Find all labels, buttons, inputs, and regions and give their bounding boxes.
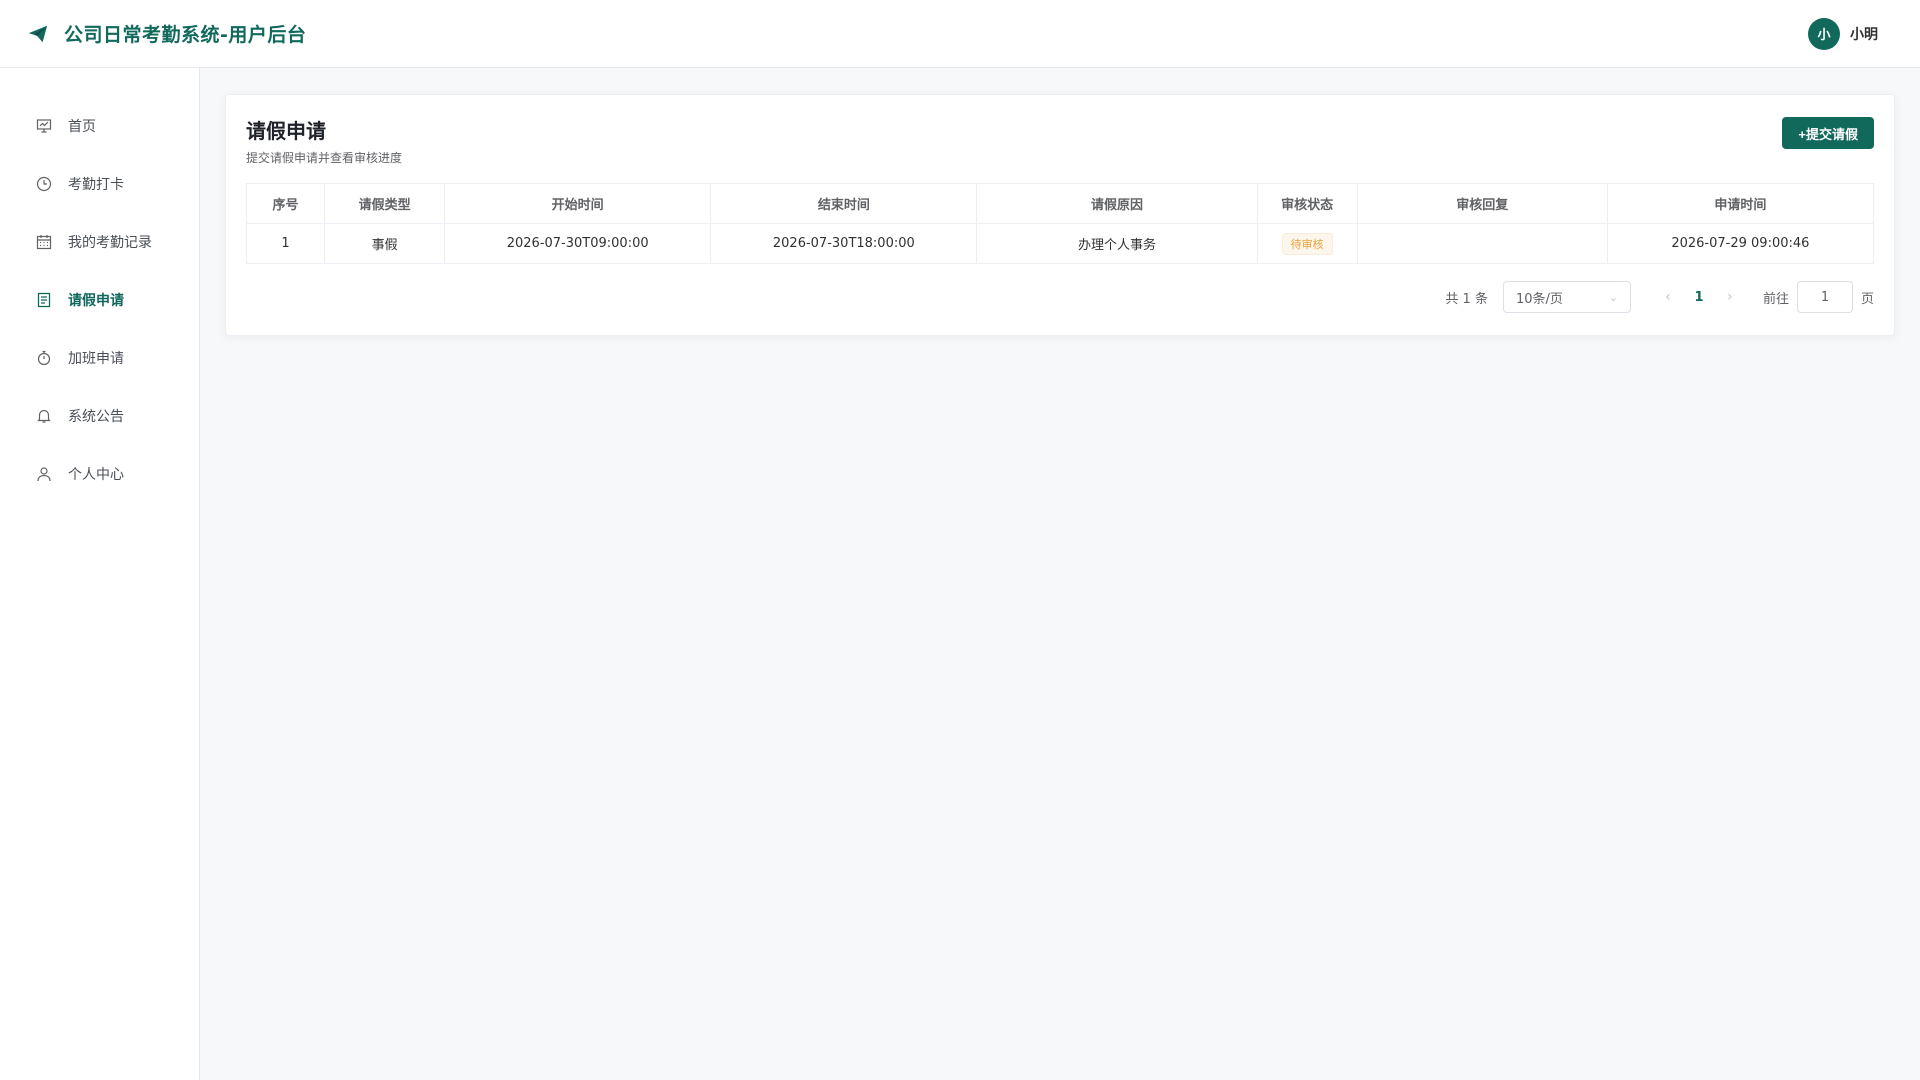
cell-start-time: 2026-07-30T09:00:00: [444, 223, 712, 264]
cell-leave-type: 事假: [324, 223, 446, 264]
cell-status: 待审核: [1256, 223, 1358, 264]
sidebar-item-home[interactable]: 首页: [0, 97, 199, 155]
sidebar-item-profile[interactable]: 个人中心: [0, 445, 199, 503]
bell-icon: [35, 407, 53, 425]
page-size-value: 10条/页: [1515, 291, 1563, 307]
page-subtitle: 提交请假申请并查看审核进度: [246, 151, 403, 165]
sidebar-item-leave-request[interactable]: 请假申请: [0, 271, 199, 329]
user-icon: [35, 465, 53, 483]
username[interactable]: 小明: [1850, 24, 1878, 44]
page-size-select[interactable]: 10条/页 ⌄: [1502, 281, 1631, 313]
column-header: 审核状态: [1256, 183, 1358, 224]
presentation-icon: [35, 117, 53, 135]
column-header: 请假类型: [324, 183, 446, 224]
paper-plane-icon: [26, 22, 50, 46]
cell-index: 1: [245, 223, 326, 264]
column-header: 申请时间: [1606, 183, 1875, 224]
sidebar: 首页 考勤打卡 我的考勤记录 请假申请 加班申请 系统公告 个人中心: [0, 68, 200, 1080]
column-header: 序号: [245, 183, 326, 224]
sidebar-item-overtime-request[interactable]: 加班申请: [0, 329, 199, 387]
column-header: 审核回复: [1356, 183, 1608, 224]
page-title: 请假申请: [246, 119, 326, 143]
sidebar-item-label: 首页: [68, 119, 96, 135]
cell-apply-time: 2026-07-29 09:00:46: [1606, 223, 1875, 264]
chevron-down-icon: ⌄: [1608, 290, 1618, 304]
table-row[interactable]: 1 事假 2026-07-30T09:00:00 2026-07-30T18:0…: [245, 223, 1875, 264]
page-number[interactable]: 1: [1683, 290, 1715, 305]
column-header: 结束时间: [710, 183, 978, 224]
calendar-icon: [35, 233, 53, 251]
sidebar-item-announcements[interactable]: 系统公告: [0, 387, 199, 445]
sidebar-item-attendance-records[interactable]: 我的考勤记录: [0, 213, 199, 271]
document-icon: [35, 291, 53, 309]
goto-suffix: 页: [1860, 291, 1874, 307]
user-menu[interactable]: 小 小明: [1808, 17, 1878, 50]
sidebar-item-attendance-checkin[interactable]: 考勤打卡: [0, 155, 199, 213]
sidebar-menu: 首页 考勤打卡 我的考勤记录 请假申请 加班申请 系统公告 个人中心: [0, 68, 199, 503]
prev-page-button[interactable]: ‹: [1653, 289, 1683, 305]
sidebar-item-label: 系统公告: [68, 409, 124, 425]
card-header: 请假申请 提交请假申请并查看审核进度 +提交请假: [246, 117, 1874, 166]
pagination-total: 共 1 条: [1445, 291, 1488, 307]
sidebar-item-label: 加班申请: [68, 351, 124, 367]
table-header-row: 序号 请假类型 开始时间 结束时间 请假原因 审核状态 审核回复 申请时间: [245, 183, 1875, 224]
sidebar-item-label: 考勤打卡: [68, 177, 124, 193]
stopwatch-icon: [35, 349, 53, 367]
leave-request-card: 请假申请 提交请假申请并查看审核进度 +提交请假 序号 请假类型 开始时间 结束…: [225, 94, 1895, 336]
submit-leave-button[interactable]: +提交请假: [1782, 117, 1874, 149]
pagination: 共 1 条 10条/页 ⌄ ‹ 1 › 前往 页: [246, 281, 1874, 313]
avatar[interactable]: 小: [1808, 17, 1840, 50]
app-header: 公司日常考勤系统-用户后台 小 小明: [0, 0, 1920, 68]
clock-icon: [35, 175, 53, 193]
goto-page-input[interactable]: [1796, 281, 1853, 313]
app-title: 公司日常考勤系统-用户后台: [64, 24, 307, 46]
sidebar-item-label: 我的考勤记录: [68, 235, 152, 251]
leave-table: 序号 请假类型 开始时间 结束时间 请假原因 审核状态 审核回复 申请时间 1 …: [245, 183, 1875, 264]
cell-review-reply: [1356, 223, 1608, 264]
sidebar-item-label: 请假申请: [68, 293, 124, 309]
status-badge: 待审核: [1281, 232, 1333, 255]
column-header: 请假原因: [976, 183, 1258, 224]
goto-label: 前往: [1762, 291, 1789, 307]
column-header: 开始时间: [444, 183, 712, 224]
cell-reason: 办理个人事务: [976, 223, 1258, 264]
cell-end-time: 2026-07-30T18:00:00: [710, 223, 978, 264]
brand[interactable]: 公司日常考勤系统-用户后台: [26, 20, 306, 47]
sidebar-item-label: 个人中心: [68, 467, 124, 483]
next-page-button[interactable]: ›: [1715, 289, 1745, 305]
